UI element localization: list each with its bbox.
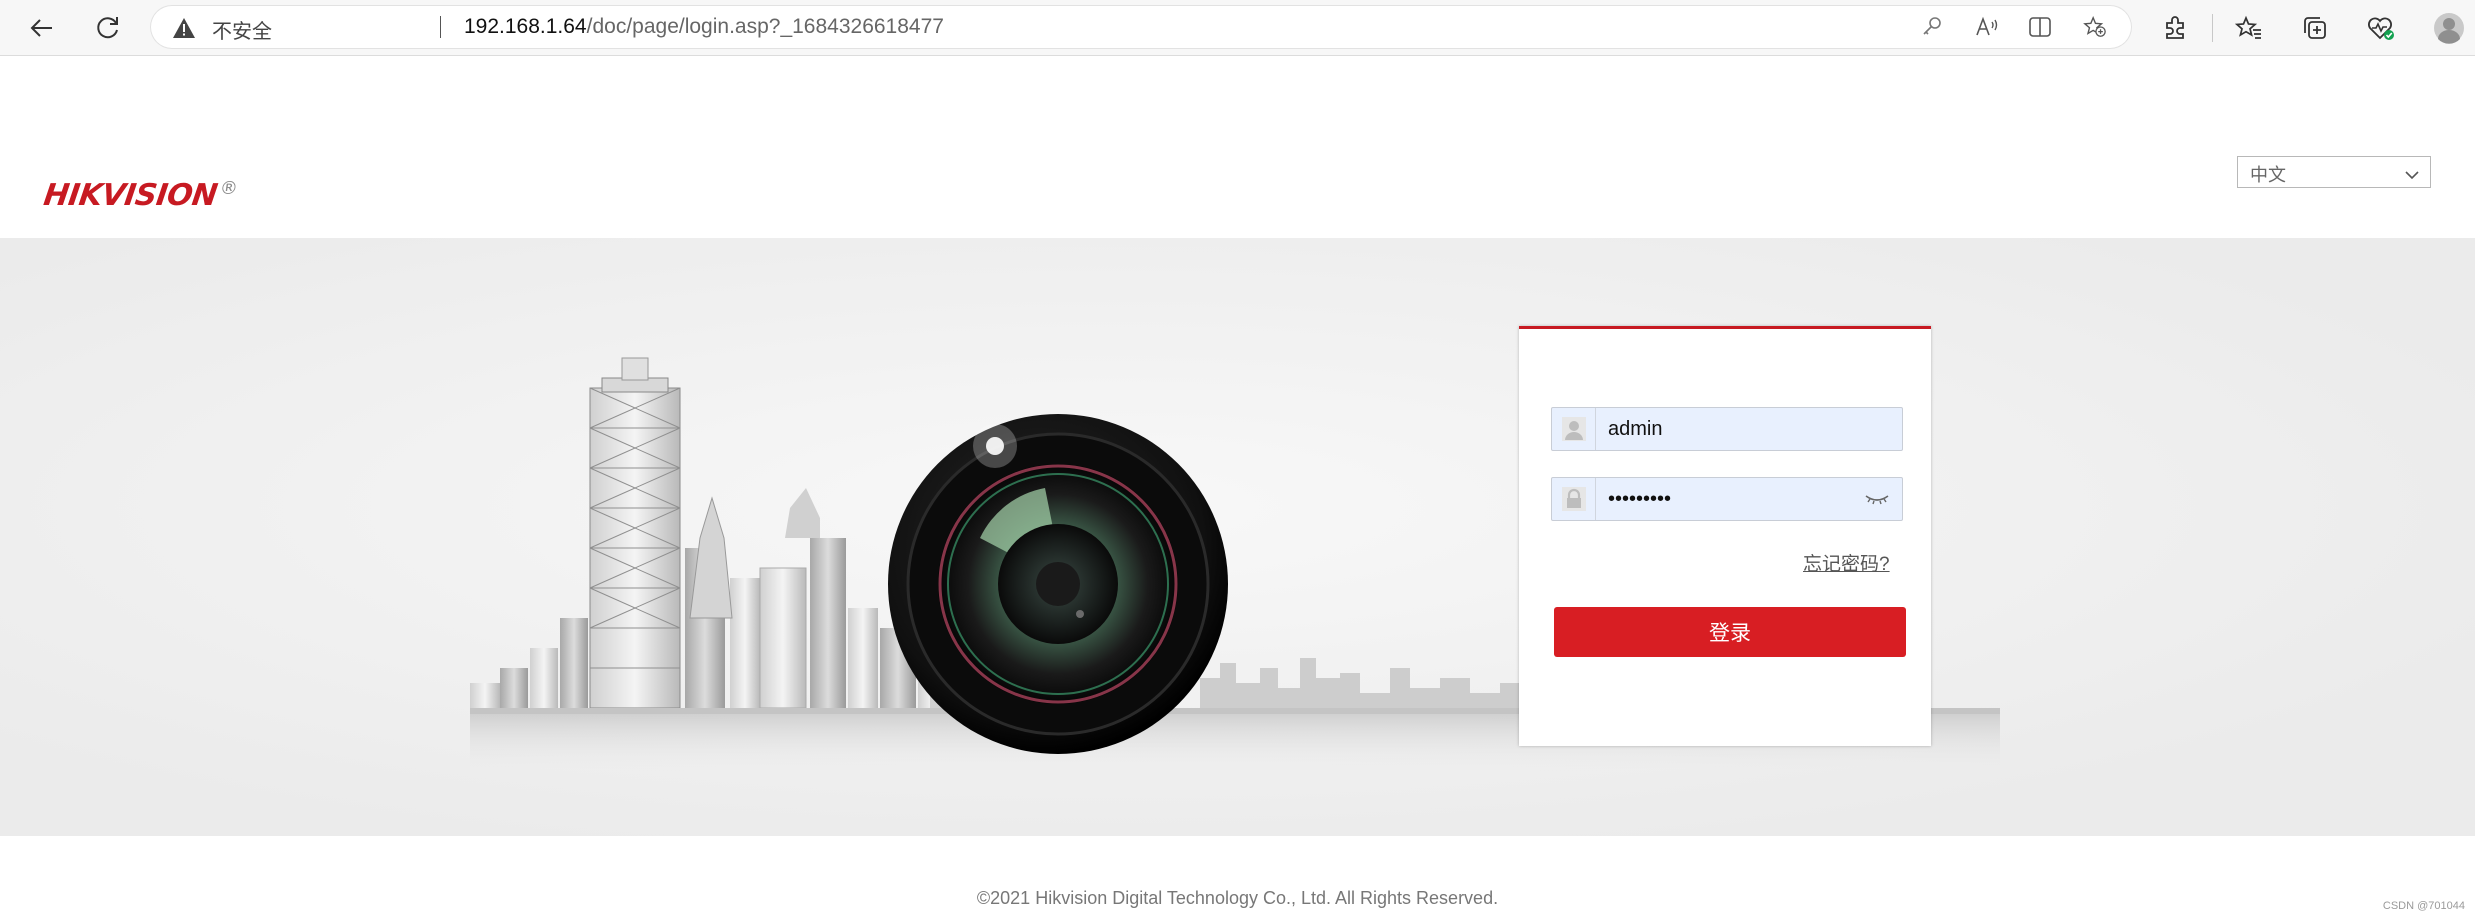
address-divider: [440, 16, 441, 38]
user-icon: [1552, 408, 1596, 450]
city-camera-illustration: [0, 238, 2475, 836]
security-label[interactable]: 不安全: [212, 15, 272, 44]
password-field[interactable]: [1551, 477, 1903, 521]
key-icon[interactable]: [1920, 15, 1944, 39]
collections-icon[interactable]: [2298, 11, 2332, 45]
url-text[interactable]: 192.168.1.64/doc/page/login.asp?_1684326…: [464, 15, 944, 39]
lock-icon: [1552, 478, 1596, 520]
browser-toolbar: 不安全 192.168.1.64/doc/page/login.asp?_168…: [0, 0, 2475, 56]
read-aloud-icon[interactable]: [1975, 15, 1999, 39]
hikvision-logo: HIKVISION®: [42, 178, 239, 213]
favorites-icon[interactable]: [2232, 11, 2266, 45]
username-input[interactable]: [1608, 408, 1868, 450]
watermark-text: CSDN @701044: [2382, 900, 2465, 912]
chevron-down-icon: [2404, 165, 2420, 186]
toolbar-divider: [2212, 14, 2213, 42]
registered-mark: ®: [218, 178, 239, 199]
split-screen-icon[interactable]: [2028, 15, 2052, 39]
address-bar[interactable]: 不安全 192.168.1.64/doc/page/login.asp?_168…: [150, 5, 2132, 49]
browser-health-icon[interactable]: [2364, 11, 2398, 45]
copyright-text: ©2021 Hikvision Digital Technology Co., …: [976, 888, 1499, 908]
profile-icon[interactable]: [2432, 11, 2466, 45]
forgot-password-link[interactable]: 忘记密码?: [1803, 549, 1890, 576]
back-icon[interactable]: [22, 8, 62, 48]
add-favorite-icon[interactable]: [2083, 15, 2107, 39]
refresh-icon[interactable]: [88, 8, 128, 48]
username-field[interactable]: [1551, 407, 1903, 451]
warning-icon[interactable]: [172, 17, 196, 44]
language-select[interactable]: 中文: [2237, 156, 2431, 188]
url-path: /doc/page/login.asp?_1684326618477: [586, 15, 944, 38]
logo-text: HIKVISION: [41, 178, 220, 213]
url-host: 192.168.1.64: [464, 15, 587, 38]
login-panel: 忘记密码? 登录: [1519, 326, 1931, 746]
camera-lens-graphic: [888, 414, 1228, 754]
language-selected: 中文: [2250, 165, 2286, 185]
eye-closed-icon[interactable]: [1864, 490, 1890, 513]
password-input[interactable]: [1608, 478, 1868, 520]
extensions-icon[interactable]: [2158, 11, 2192, 45]
login-button[interactable]: 登录: [1554, 607, 1906, 657]
hero-banner: 忘记密码? 登录: [0, 238, 2475, 836]
